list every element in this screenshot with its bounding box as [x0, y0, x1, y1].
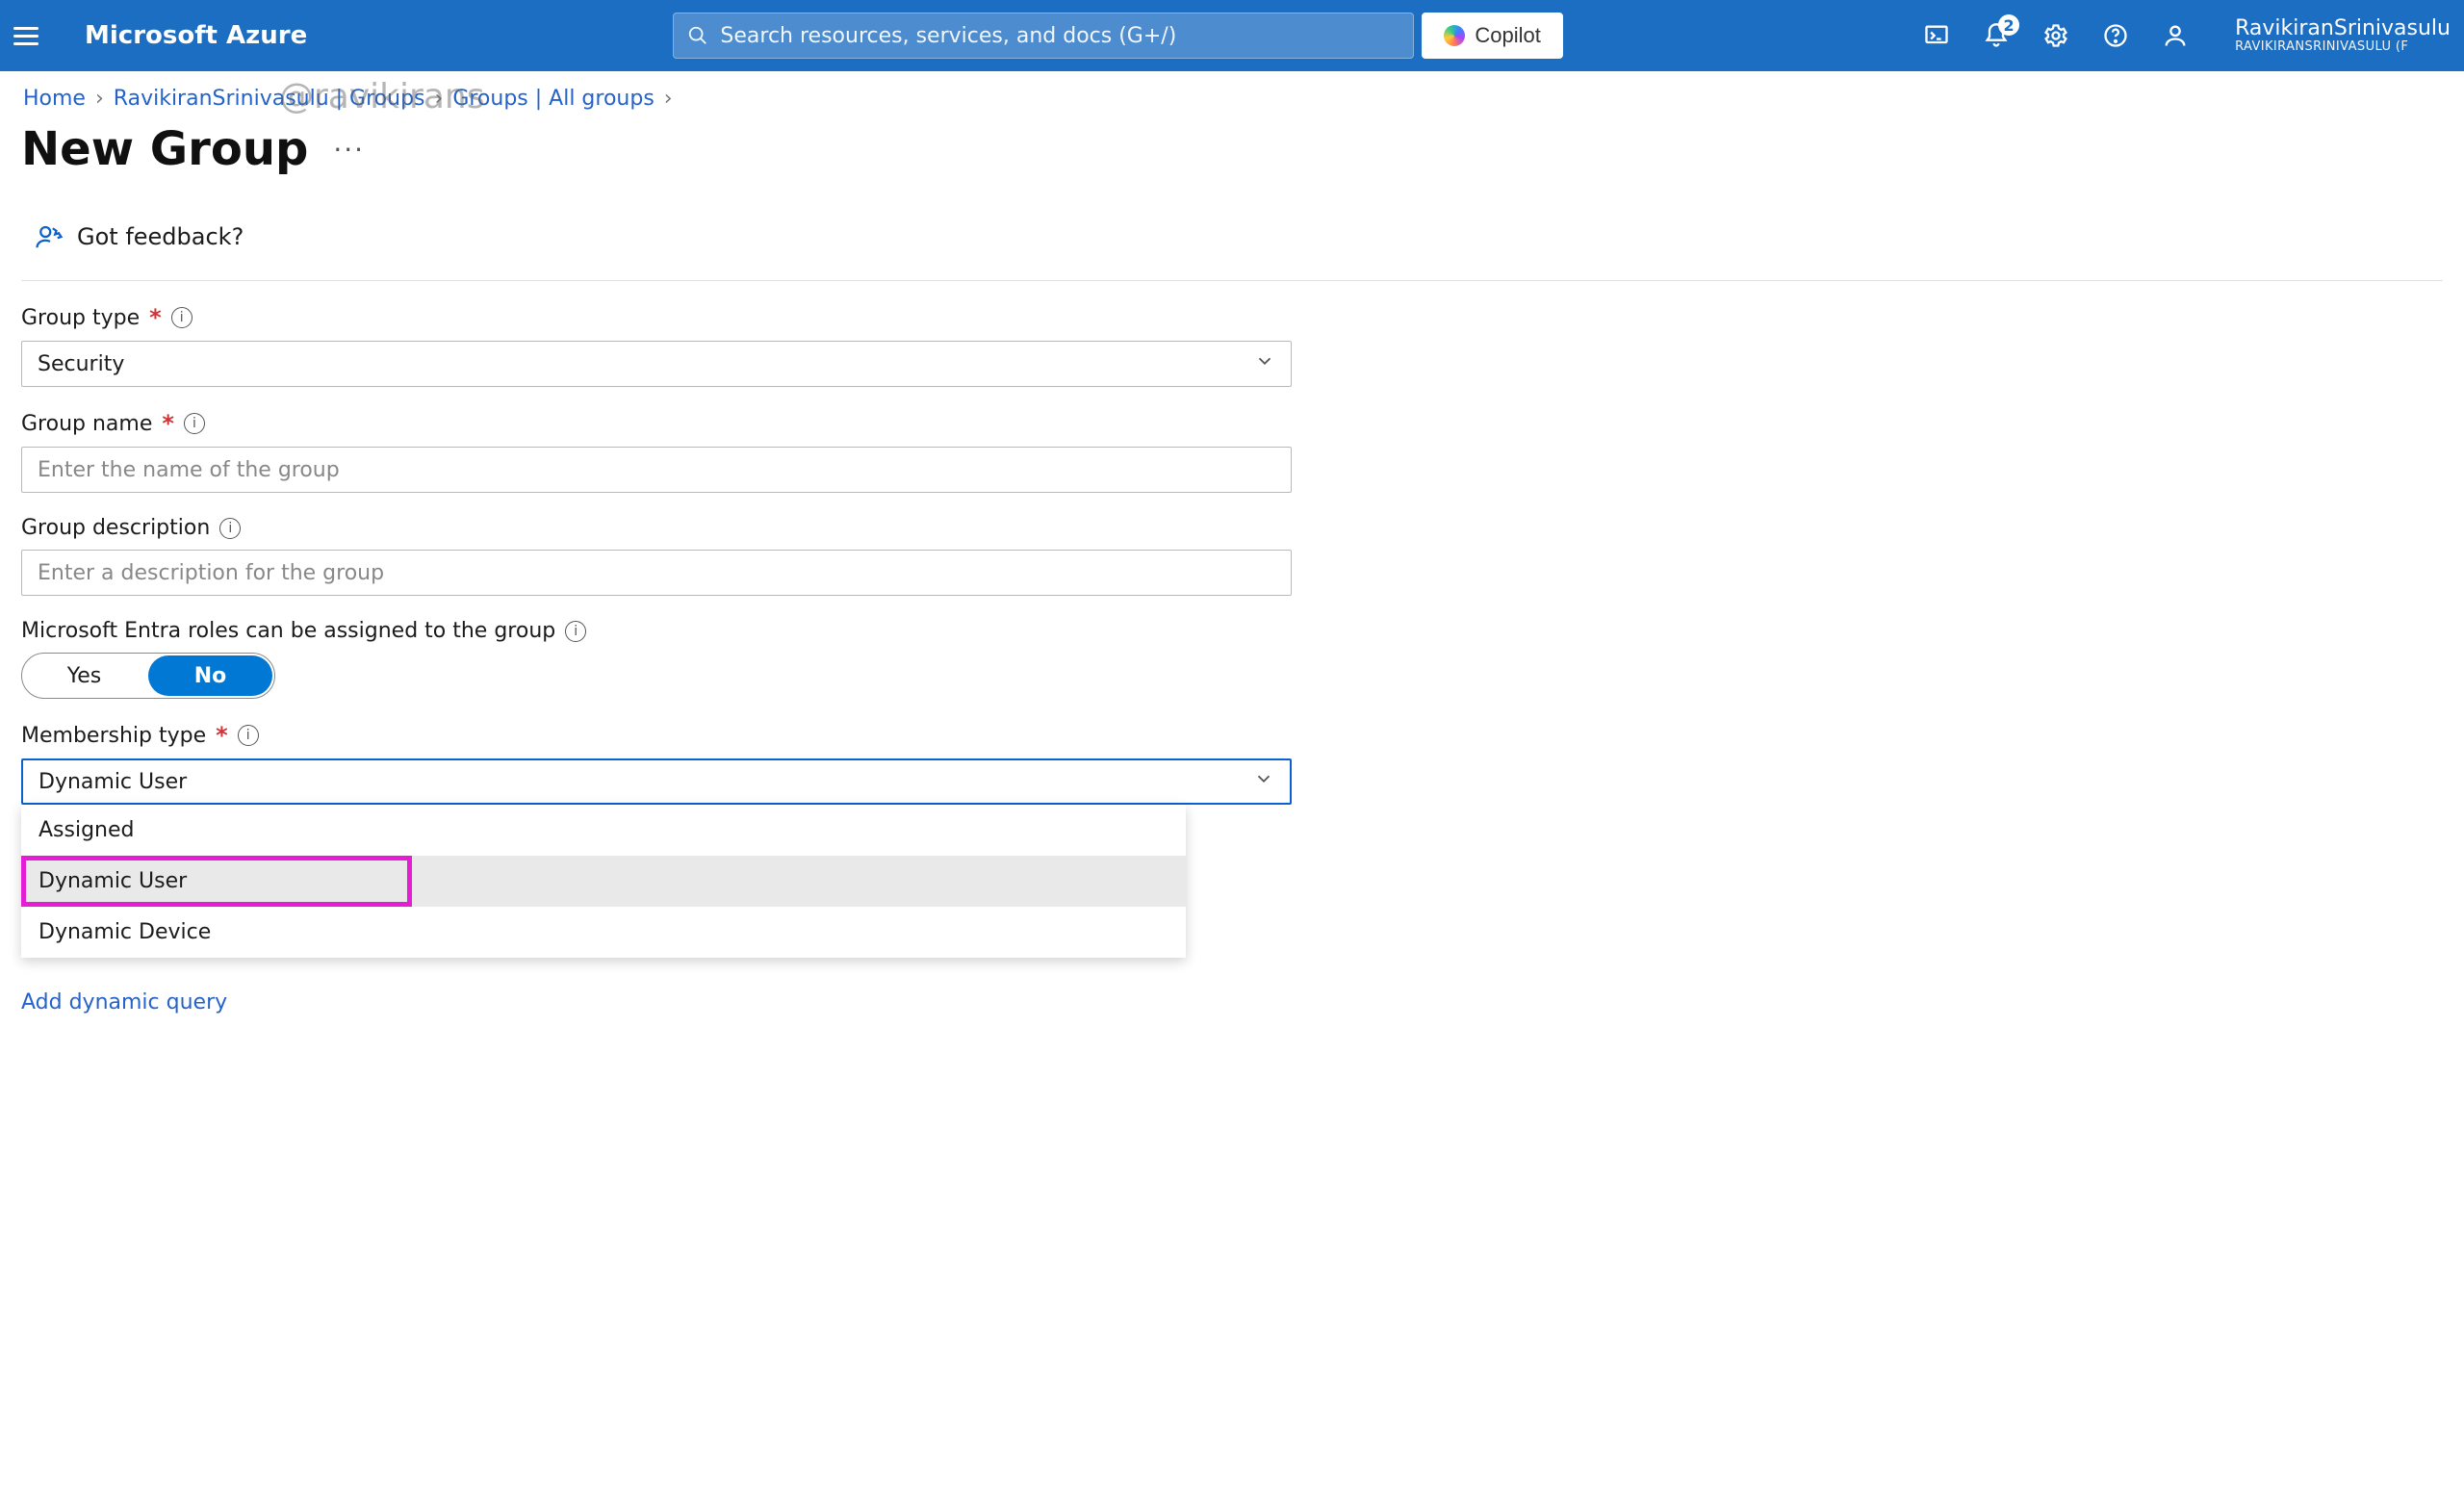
- account-tenant: RAVIKIRANSRINIVASULU (F: [2235, 40, 2451, 54]
- account-menu[interactable]: RavikiranSrinivasulu RAVIKIRANSRINIVASUL…: [2235, 17, 2451, 54]
- group-type-select[interactable]: Security: [21, 341, 1292, 387]
- brand-label[interactable]: Microsoft Azure: [85, 21, 307, 50]
- global-search-placeholder: Search resources, services, and docs (G+…: [720, 24, 1176, 48]
- required-indicator: *: [216, 722, 228, 749]
- info-icon[interactable]: i: [238, 725, 259, 746]
- membership-type-option-dynamic-device[interactable]: Dynamic Device: [21, 907, 1186, 958]
- group-description-placeholder: Enter a description for the group: [38, 561, 384, 585]
- entra-roles-toggle[interactable]: Yes No: [21, 653, 275, 699]
- required-indicator: *: [162, 410, 174, 437]
- account-name: RavikiranSrinivasulu: [2235, 17, 2451, 40]
- page-title: New Group: [21, 122, 308, 176]
- feedback-person-icon: [35, 222, 64, 251]
- membership-type-dropdown-list: Assigned Dynamic User Dynamic Device: [21, 805, 1186, 958]
- info-icon[interactable]: i: [565, 621, 586, 642]
- search-icon: [687, 25, 708, 46]
- notification-badge: 2: [1998, 14, 2019, 36]
- global-search-input[interactable]: Search resources, services, and docs (G+…: [673, 13, 1414, 59]
- breadcrumb-item[interactable]: Groups | All groups: [452, 87, 654, 111]
- settings-button[interactable]: [2042, 22, 2069, 49]
- entra-roles-no-option[interactable]: No: [148, 655, 272, 696]
- membership-type-select[interactable]: Dynamic User: [21, 758, 1292, 805]
- azure-top-bar: Microsoft Azure Search resources, servic…: [0, 0, 2464, 71]
- breadcrumb: Home › RavikiranSrinivasulu | Groups › G…: [0, 71, 2464, 113]
- group-type-label: Group type: [21, 306, 140, 330]
- copilot-button[interactable]: Copilot: [1422, 13, 1562, 59]
- info-icon[interactable]: i: [171, 307, 192, 328]
- new-group-form: Group type * i Security Group name * i E…: [0, 304, 1367, 1072]
- chevron-right-icon: ›: [435, 87, 444, 111]
- group-name-placeholder: Enter the name of the group: [38, 458, 340, 482]
- chevron-down-icon: [1254, 350, 1275, 377]
- entra-roles-yes-option[interactable]: Yes: [22, 654, 146, 698]
- option-label: Dynamic User: [38, 869, 187, 893]
- group-name-input[interactable]: Enter the name of the group: [21, 447, 1292, 493]
- feedback-button[interactable]: [2162, 22, 2189, 49]
- membership-type-value: Dynamic User: [38, 770, 187, 794]
- group-description-label: Group description: [21, 516, 210, 540]
- hamburger-menu-button[interactable]: [13, 21, 42, 50]
- required-indicator: *: [149, 304, 162, 331]
- chevron-down-icon: [1253, 768, 1274, 795]
- chevron-right-icon: ›: [95, 87, 104, 111]
- group-description-input[interactable]: Enter a description for the group: [21, 550, 1292, 596]
- breadcrumb-item[interactable]: Home: [23, 87, 86, 111]
- copilot-label: Copilot: [1475, 23, 1540, 48]
- membership-type-label: Membership type: [21, 724, 206, 748]
- cloud-shell-button[interactable]: [1923, 22, 1950, 49]
- notifications-button[interactable]: 2: [1983, 22, 2010, 49]
- group-type-value: Security: [38, 352, 124, 376]
- divider: [21, 280, 2443, 281]
- group-name-label: Group name: [21, 412, 152, 436]
- chevron-right-icon: ›: [664, 87, 673, 111]
- entra-roles-label: Microsoft Entra roles can be assigned to…: [21, 619, 555, 643]
- more-actions-button[interactable]: ···: [333, 134, 365, 166]
- breadcrumb-item[interactable]: RavikiranSrinivasulu | Groups: [114, 87, 425, 111]
- info-icon[interactable]: i: [184, 413, 205, 434]
- topbar-icons: 2: [1923, 22, 2189, 49]
- copilot-icon: [1444, 25, 1465, 46]
- help-button[interactable]: [2102, 22, 2129, 49]
- got-feedback-link[interactable]: Got feedback?: [35, 222, 2443, 251]
- got-feedback-label: Got feedback?: [77, 223, 244, 250]
- membership-type-option-assigned[interactable]: Assigned: [21, 805, 1186, 856]
- add-dynamic-query-link[interactable]: Add dynamic query: [21, 990, 227, 1015]
- membership-type-option-dynamic-user[interactable]: Dynamic User: [21, 856, 1186, 907]
- info-icon[interactable]: i: [219, 518, 241, 539]
